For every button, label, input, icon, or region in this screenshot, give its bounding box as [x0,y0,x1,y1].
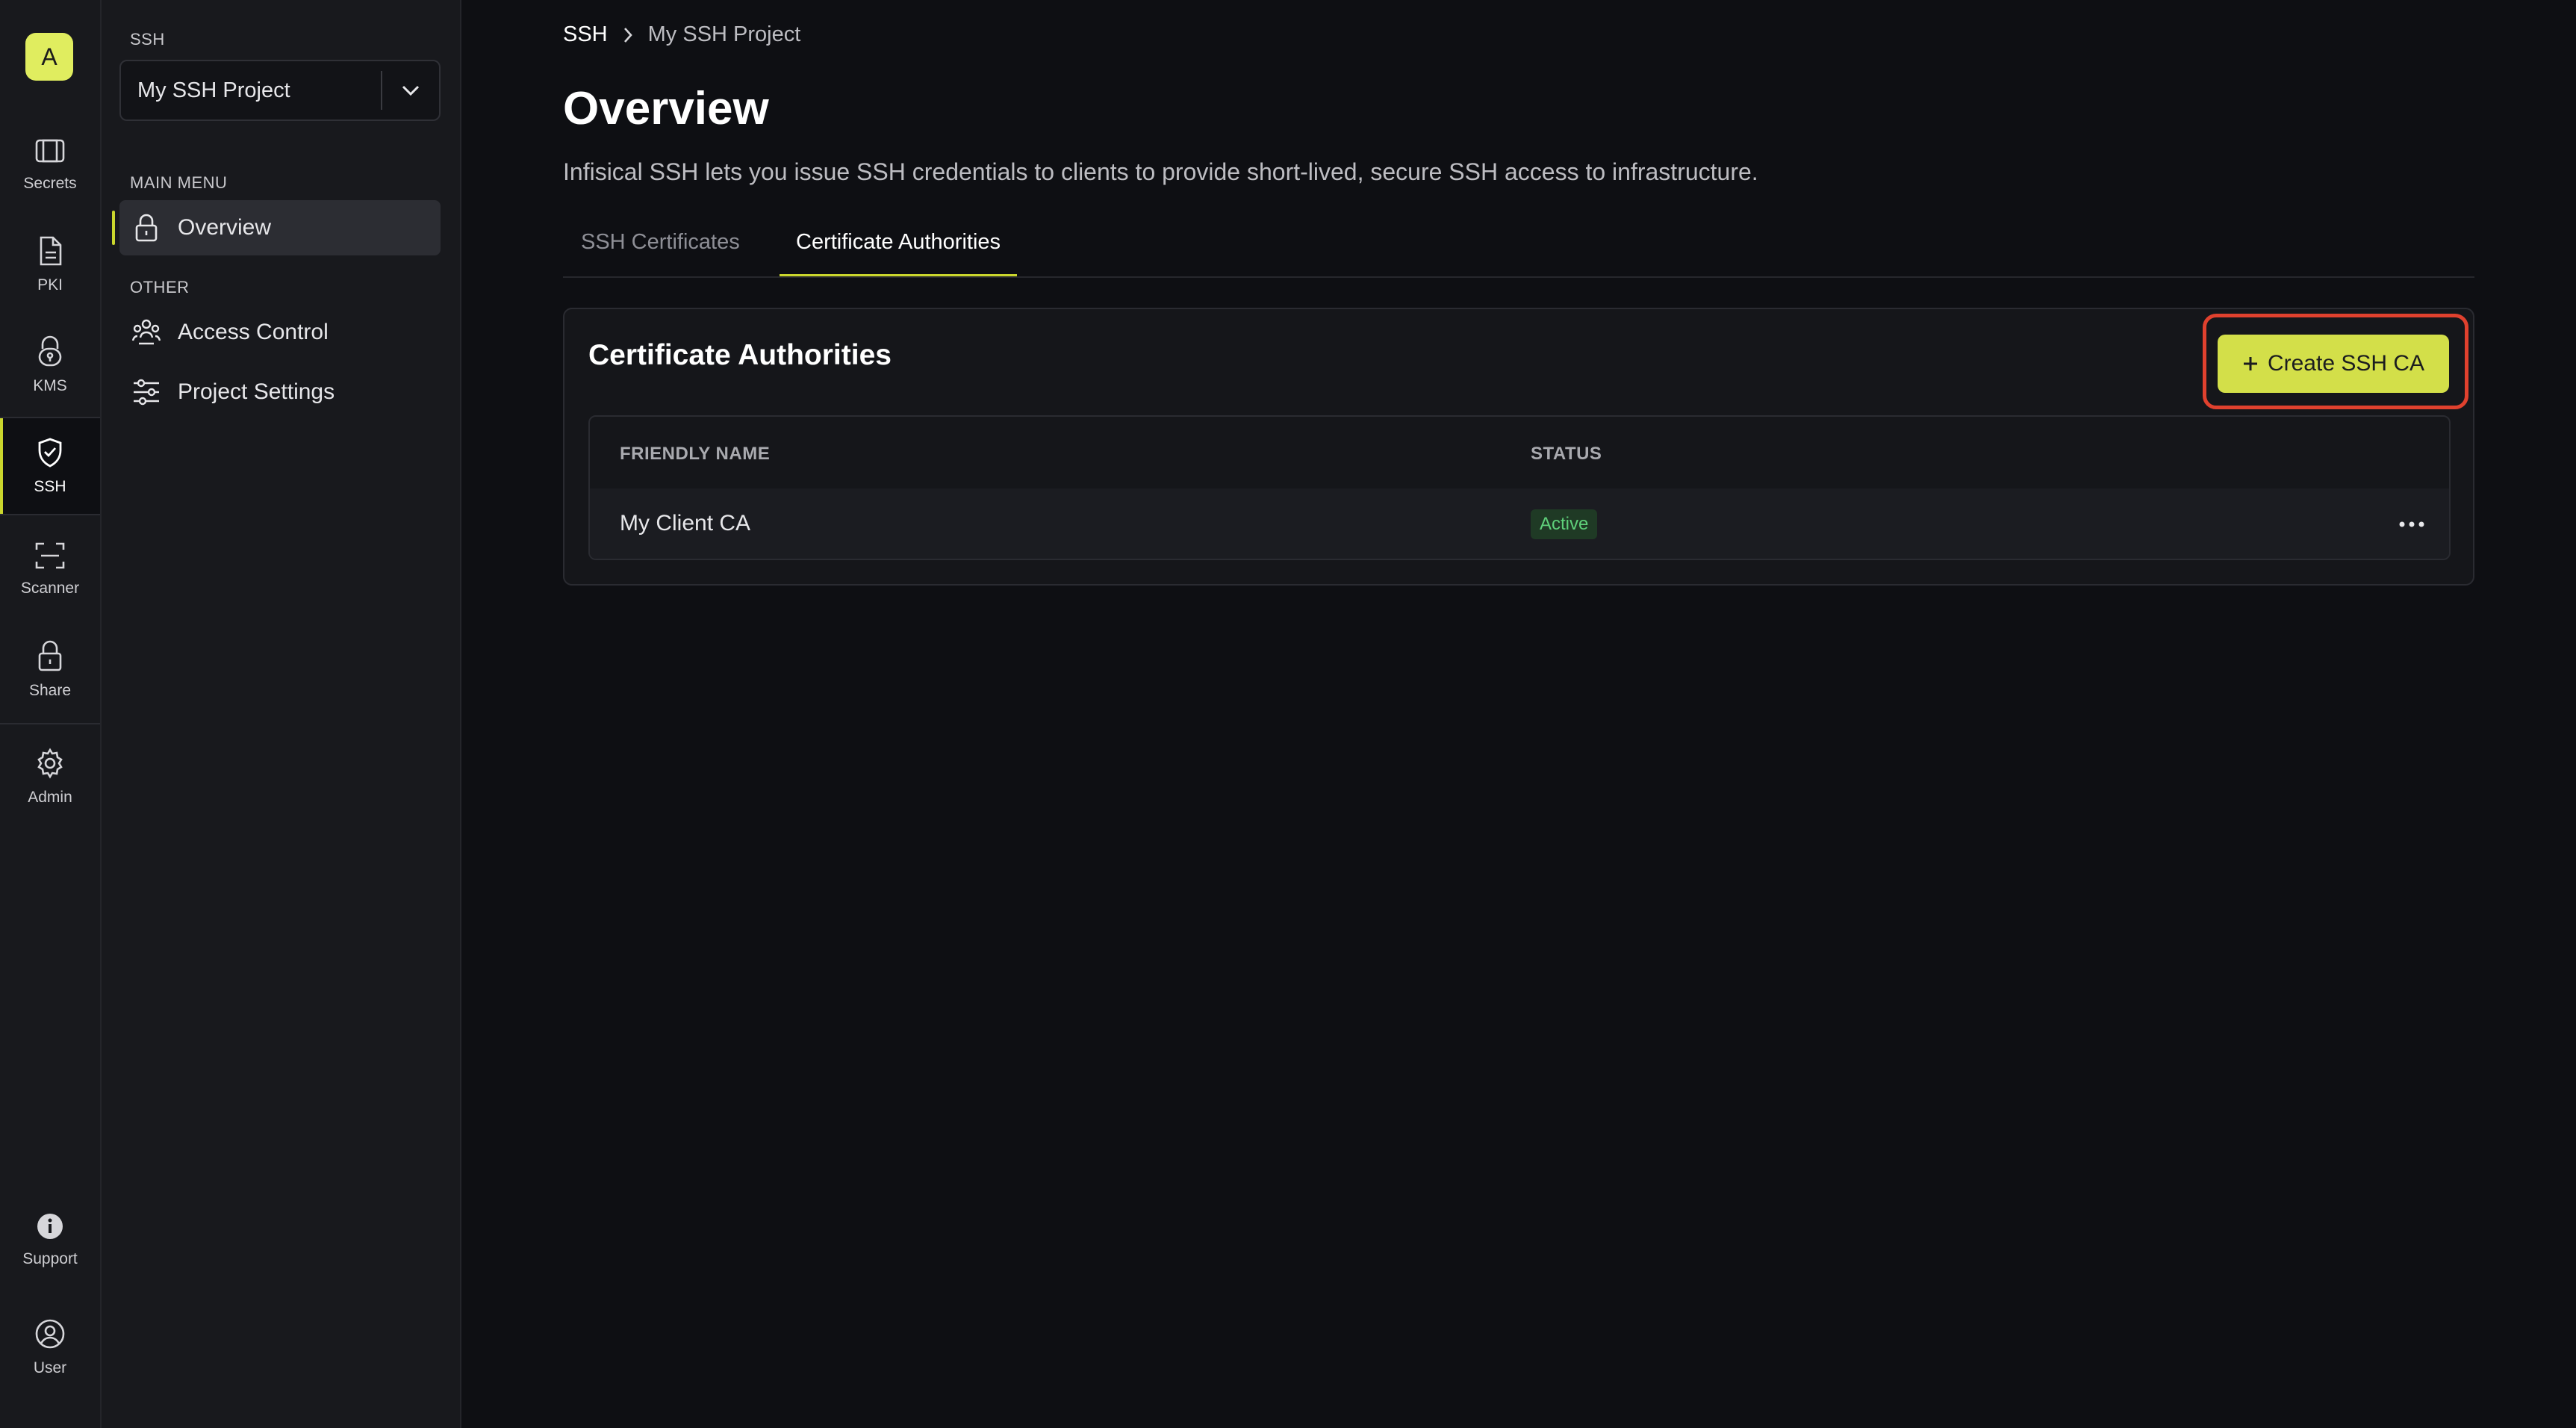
tab-certificate-authorities[interactable]: Certificate Authorities [780,230,1018,276]
certificate-authorities-panel: Certificate Authorities Create SSH CA FR… [563,308,2474,586]
page-subtitle: Infisical SSH lets you issue SSH credent… [563,158,1758,185]
panel-title: Certificate Authorities [588,339,892,371]
lock-icon [131,213,161,243]
project-select-value: My SSH Project [137,78,290,102]
document-icon [35,235,65,267]
info-icon [35,1211,65,1241]
sidebar-section-label: SSH [130,30,165,49]
ca-friendly-name: My Client CA [620,511,751,536]
rail-item-admin[interactable]: Admin [0,732,100,822]
rail-divider [0,514,100,515]
rail-item-support[interactable]: Support [0,1195,100,1285]
rail-label: PKI [37,276,63,294]
breadcrumb-current[interactable]: My SSH Project [648,22,801,47]
column-status: STATUS [1531,444,1602,464]
rail-label: SSH [34,478,66,495]
lock-icon [35,639,65,673]
icon-rail: A Secrets PKI KMS SSH Scanner Share Admi… [0,0,102,1428]
breadcrumb-root[interactable]: SSH [563,22,608,47]
tab-ssh-certificates[interactable]: SSH Certificates [581,230,740,275]
nav-label: Access Control [178,320,329,344]
rail-item-user[interactable]: User [0,1303,100,1392]
rail-label: Share [28,682,72,699]
vault-icon [34,136,66,166]
org-avatar[interactable]: A [25,33,73,81]
nav-label: Project Settings [178,379,335,404]
users-icon [131,318,161,347]
more-options-icon[interactable] [2394,509,2430,539]
status-badge: Active [1531,509,1598,539]
rail-item-scanner[interactable]: Scanner [0,524,100,614]
rail-divider [0,723,100,724]
shield-check-icon [35,436,65,469]
other-label: OTHER [130,278,190,297]
breadcrumb: SSH My SSH Project [563,22,800,47]
table-row[interactable]: My Client CA Active [590,488,2449,559]
rail-item-secrets[interactable]: Secrets [0,119,100,209]
rail-item-pki[interactable]: PKI [0,220,100,309]
ca-table: FRIENDLY NAME STATUS My Client CA Active [588,415,2451,560]
chevron-down-icon[interactable] [382,84,439,96]
column-friendly-name: FRIENDLY NAME [620,444,771,464]
lock-key-icon [35,334,65,368]
rail-label: User [33,1359,67,1376]
nav-label: Overview [178,215,272,240]
rail-label: Secrets [23,175,77,192]
plus-icon [2242,356,2259,372]
create-ssh-ca-button[interactable]: Create SSH CA [2218,335,2449,393]
rail-label: Scanner [20,580,80,597]
rail-label: Admin [28,789,72,806]
project-sidebar: SSH My SSH Project MAIN MENU Overview OT… [102,0,461,1428]
rail-item-kms[interactable]: KMS [0,320,100,409]
gear-icon [34,747,66,780]
user-circle-icon [34,1317,66,1350]
main-menu-label: MAIN MENU [130,173,228,192]
table-header: FRIENDLY NAME STATUS [590,417,2449,490]
rail-label: Support [22,1250,78,1267]
project-select[interactable]: My SSH Project [119,60,441,121]
page-title: Overview [563,83,769,134]
nav-item-project-settings[interactable]: Project Settings [119,364,441,420]
rail-label: KMS [33,377,67,394]
rail-item-share[interactable]: Share [0,624,100,714]
create-ssh-ca-label: Create SSH CA [2267,351,2425,376]
tab-bar: SSH Certificates Certificate Authorities [563,223,2474,278]
nav-item-access-control[interactable]: Access Control [119,305,441,360]
scan-icon [34,541,66,571]
sliders-icon [131,379,161,406]
nav-item-overview[interactable]: Overview [112,200,441,255]
chevron-right-icon [623,26,633,44]
rail-item-ssh[interactable]: SSH [0,418,100,514]
